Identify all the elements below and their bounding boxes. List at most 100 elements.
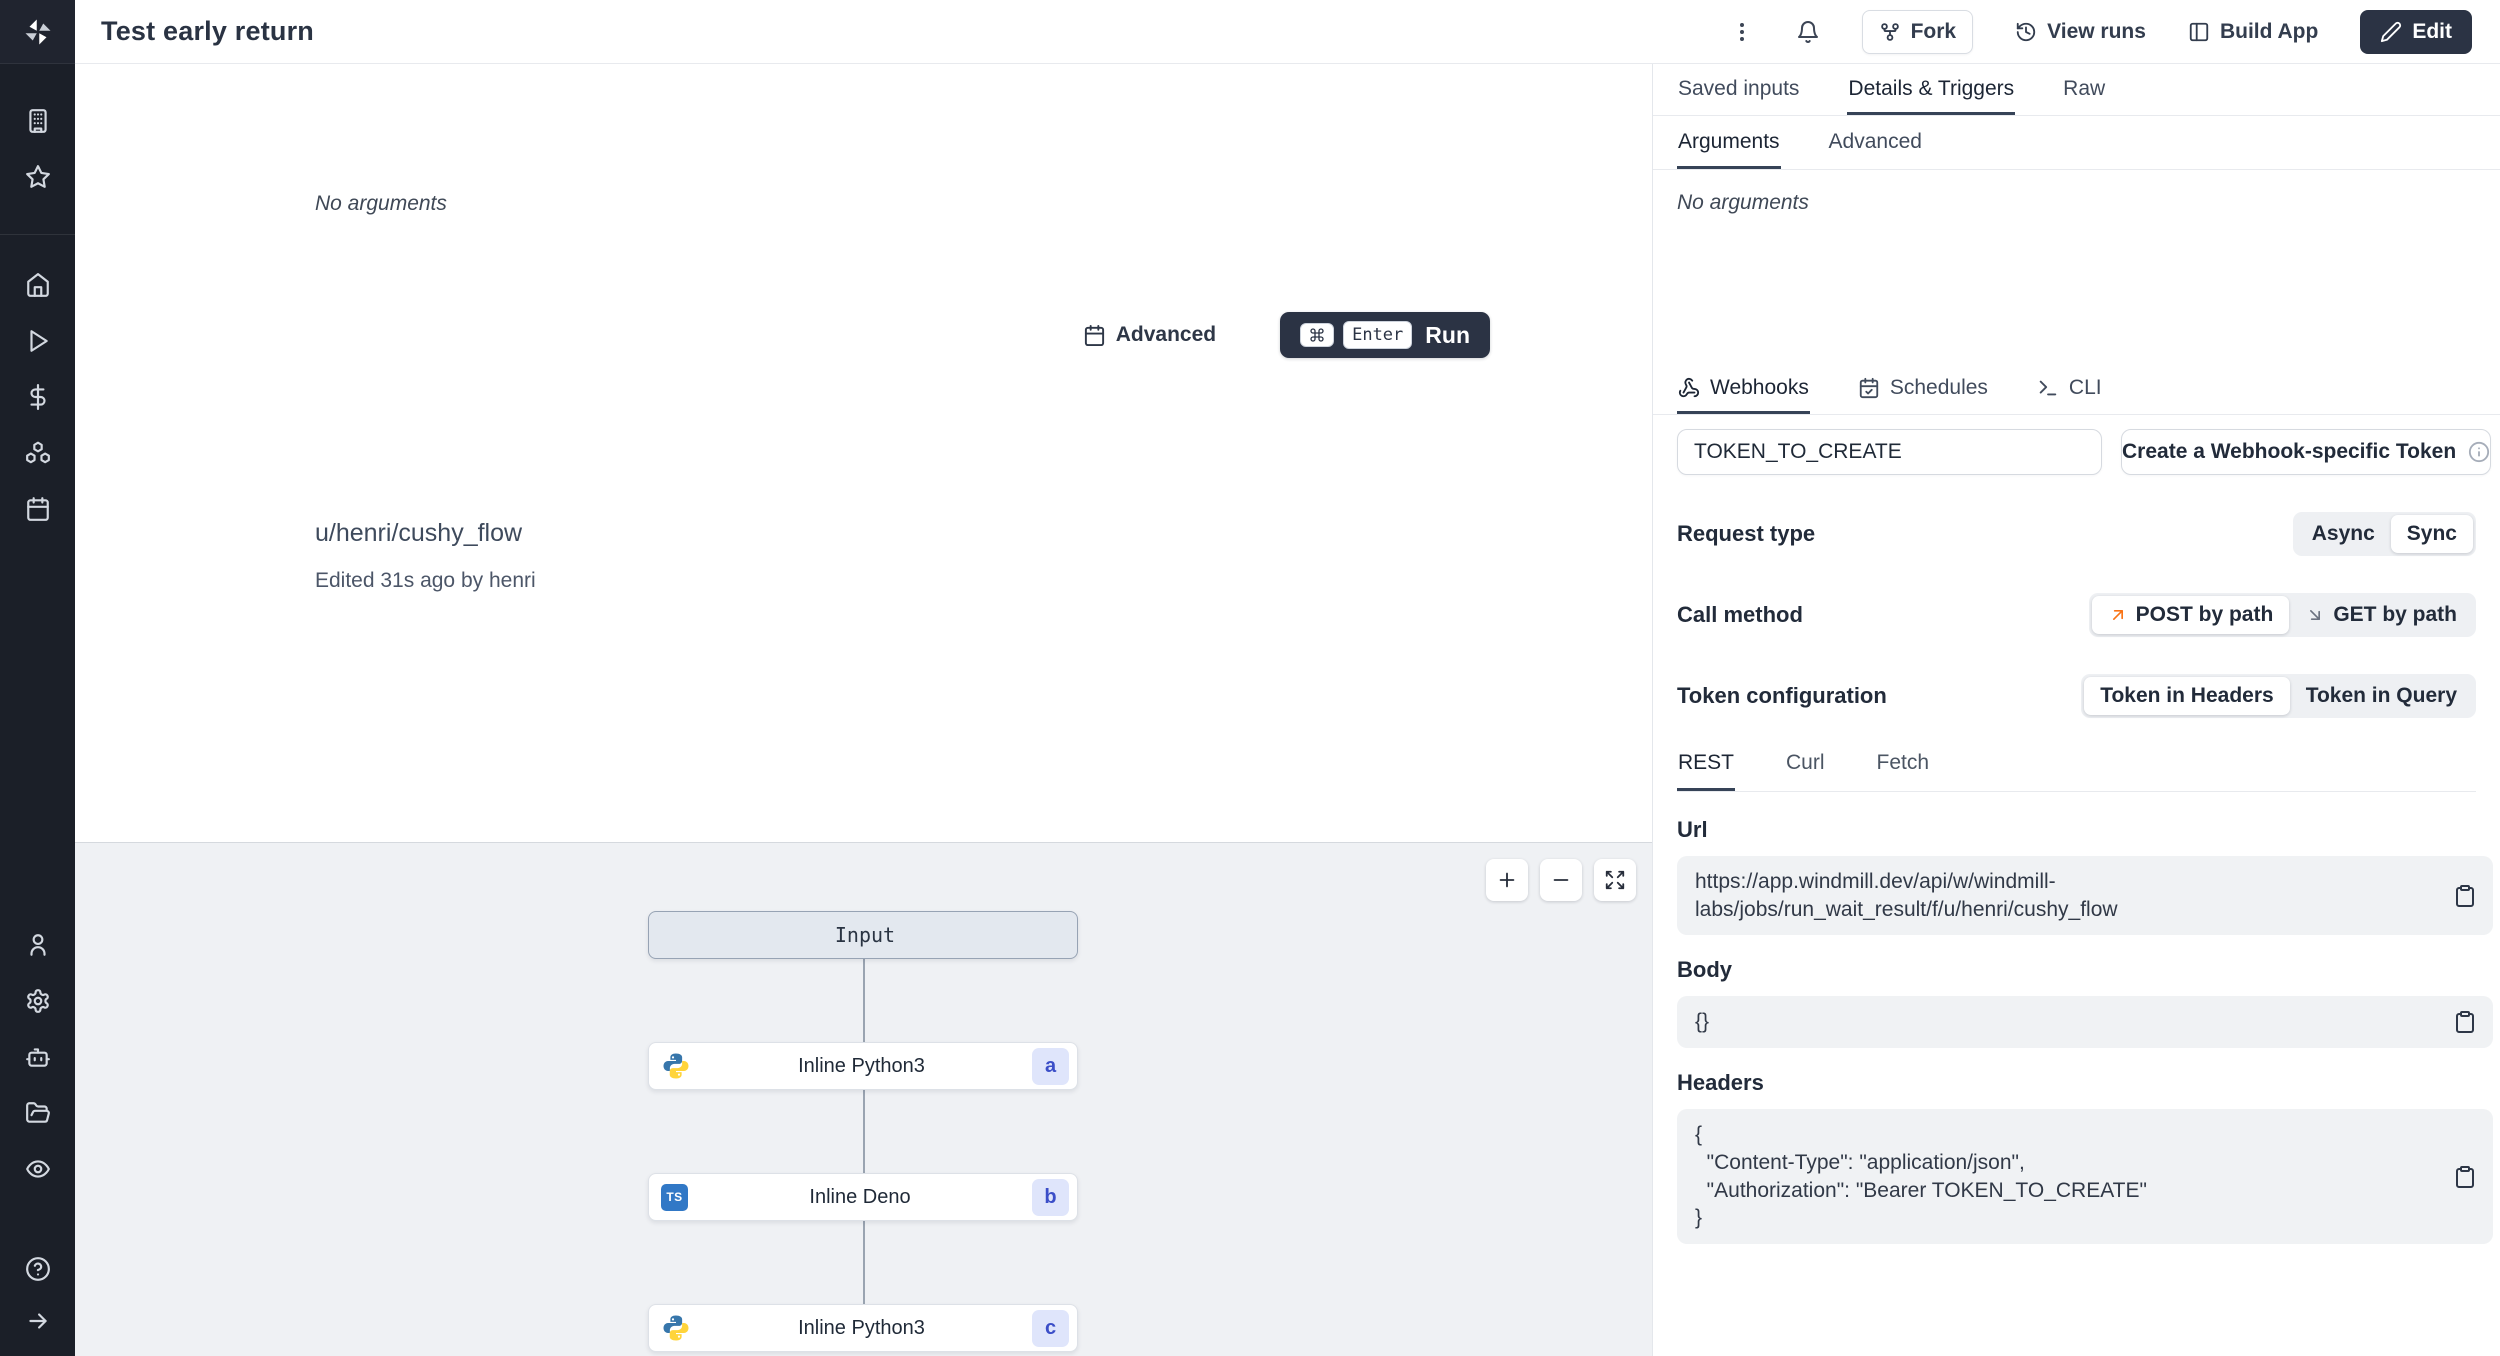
play-icon[interactable] (25, 328, 51, 354)
get-by-path-label: GET by path (2333, 603, 2457, 626)
create-webhook-token-button[interactable]: Create a Webhook-specific Token (2121, 429, 2492, 475)
robot-icon[interactable] (25, 1044, 51, 1070)
arguments-section: No arguments (1653, 170, 2500, 363)
webhooks-label: Webhooks (1710, 376, 1809, 399)
typescript-icon: TS (661, 1183, 688, 1211)
node-label: Inline Deno (809, 1185, 911, 1208)
page-title: Test early return (101, 16, 314, 46)
edge-a-b (863, 1090, 865, 1173)
panel-tabs: Saved inputs Details & Triggers Raw (1653, 64, 2500, 116)
headers-value: { "Content-Type": "application/json", "A… (1695, 1123, 2147, 1230)
subtab-advanced[interactable]: Advanced (1828, 116, 1923, 169)
user-icon[interactable] (25, 932, 51, 958)
flow-node-a[interactable]: Inline Python3 a (648, 1042, 1078, 1090)
edge-input-a (863, 959, 865, 1042)
headers-box: { "Content-Type": "application/json", "A… (1677, 1109, 2493, 1245)
create-token-label: Create a Webhook-specific Token (2122, 440, 2457, 463)
edge-b-c (863, 1221, 865, 1304)
copy-url-icon[interactable] (2453, 884, 2477, 908)
url-value: https://app.windmill.dev/api/w/windmill-… (1695, 870, 2118, 921)
get-by-path-option[interactable]: GET by path (2289, 596, 2473, 634)
tab-saved-inputs[interactable]: Saved inputs (1677, 64, 1800, 115)
arrow-right-icon[interactable] (25, 1308, 51, 1334)
sync-option[interactable]: Sync (2390, 515, 2473, 553)
run-label: Run (1425, 321, 1470, 348)
tab-schedules[interactable]: Schedules (1857, 363, 1989, 414)
edit-button[interactable]: Edit (2360, 9, 2472, 54)
windmill-logo[interactable] (0, 0, 75, 64)
tab-fetch[interactable]: Fetch (1876, 751, 1931, 791)
folder-icon[interactable] (25, 1100, 51, 1126)
dollar-icon[interactable] (25, 384, 51, 410)
call-method-toggle: POST by path GET by path (2088, 593, 2476, 637)
tab-details-triggers[interactable]: Details & Triggers (1847, 64, 2016, 115)
fork-label: Fork (1910, 19, 1957, 43)
edit-label: Edit (2412, 19, 2452, 43)
cli-label: CLI (2068, 376, 2102, 399)
token-in-headers-option[interactable]: Token in Headers (2084, 677, 2290, 715)
edited-info: Edited 31s ago by henri (315, 569, 536, 592)
calendar-icon (1084, 324, 1104, 346)
building-icon[interactable] (25, 108, 51, 134)
sidebar-divider (0, 234, 75, 235)
view-runs-label: View runs (2047, 19, 2146, 43)
details-panel: Saved inputs Details & Triggers Raw Argu… (1652, 64, 2500, 1356)
command-icon (1310, 328, 1324, 342)
flow-node-c[interactable]: Inline Python3 c (648, 1304, 1078, 1352)
history-icon (2016, 22, 2036, 41)
fullscreen-button[interactable] (1594, 859, 1636, 901)
call-method-label: Call method (1677, 602, 1803, 627)
body-box: {} (1677, 996, 2493, 1049)
token-in-query-option[interactable]: Token in Query (2290, 677, 2473, 715)
sidebar-group-lower (0, 932, 75, 1182)
kebab-menu-icon[interactable] (1730, 20, 1754, 44)
flow-canvas[interactable]: Input Inline Python3 a TS Inline Deno b … (75, 842, 1652, 1356)
advanced-label: Advanced (1115, 323, 1217, 346)
eye-icon[interactable] (25, 1156, 51, 1182)
post-by-path-option[interactable]: POST by path (2091, 596, 2290, 634)
home-icon[interactable] (25, 272, 51, 298)
zoom-out-button[interactable] (1540, 859, 1582, 901)
token-input[interactable] (1677, 429, 2102, 475)
calendar-icon[interactable] (25, 496, 51, 522)
no-arguments-text: No arguments (315, 192, 447, 215)
fork-button[interactable]: Fork (1861, 9, 1974, 54)
zoom-in-button[interactable] (1486, 859, 1528, 901)
enter-key: Enter (1343, 321, 1413, 349)
tab-cli[interactable]: CLI (2036, 363, 2103, 414)
plus-icon (1499, 872, 1515, 888)
help-icon[interactable] (25, 1256, 51, 1282)
view-runs-button[interactable]: View runs (2015, 20, 2146, 44)
subtab-arguments[interactable]: Arguments (1677, 116, 1781, 169)
sidebar-group-top (0, 108, 75, 190)
boxes-icon[interactable] (25, 440, 51, 466)
run-row: Advanced Enter Run (315, 312, 1490, 358)
node-badge: a (1032, 1047, 1069, 1085)
calendar-check-icon (1859, 377, 1879, 399)
node-badge: c (1032, 1309, 1069, 1347)
tab-rest[interactable]: REST (1677, 751, 1736, 791)
pencil-icon (2381, 21, 2402, 42)
tab-webhooks[interactable]: Webhooks (1677, 363, 1810, 414)
bell-icon[interactable] (1796, 20, 1820, 44)
node-label: Inline Python3 (798, 1316, 925, 1339)
body-label: Body (1677, 957, 1732, 983)
gear-icon[interactable] (25, 988, 51, 1014)
schedules-label: Schedules (1889, 376, 1988, 399)
minus-icon (1553, 879, 1569, 881)
call-method-row: Call method POST by path GET by path (1677, 593, 2476, 637)
star-icon[interactable] (25, 164, 51, 190)
flow-node-input[interactable]: Input (648, 911, 1078, 959)
async-option[interactable]: Async (2296, 515, 2391, 553)
build-app-button[interactable]: Build App (2188, 20, 2318, 44)
expand-icon (1605, 870, 1625, 890)
tab-raw[interactable]: Raw (2062, 64, 2106, 115)
copy-headers-icon[interactable] (2453, 1165, 2477, 1189)
flow-node-b[interactable]: TS Inline Deno b (648, 1173, 1078, 1221)
fork-icon (1880, 22, 1899, 41)
run-button[interactable]: Enter Run (1280, 312, 1490, 358)
tab-curl[interactable]: Curl (1785, 751, 1826, 791)
advanced-button[interactable]: Advanced (1083, 323, 1216, 347)
copy-body-icon[interactable] (2453, 1010, 2477, 1034)
panel-no-arguments: No arguments (1677, 191, 1809, 214)
